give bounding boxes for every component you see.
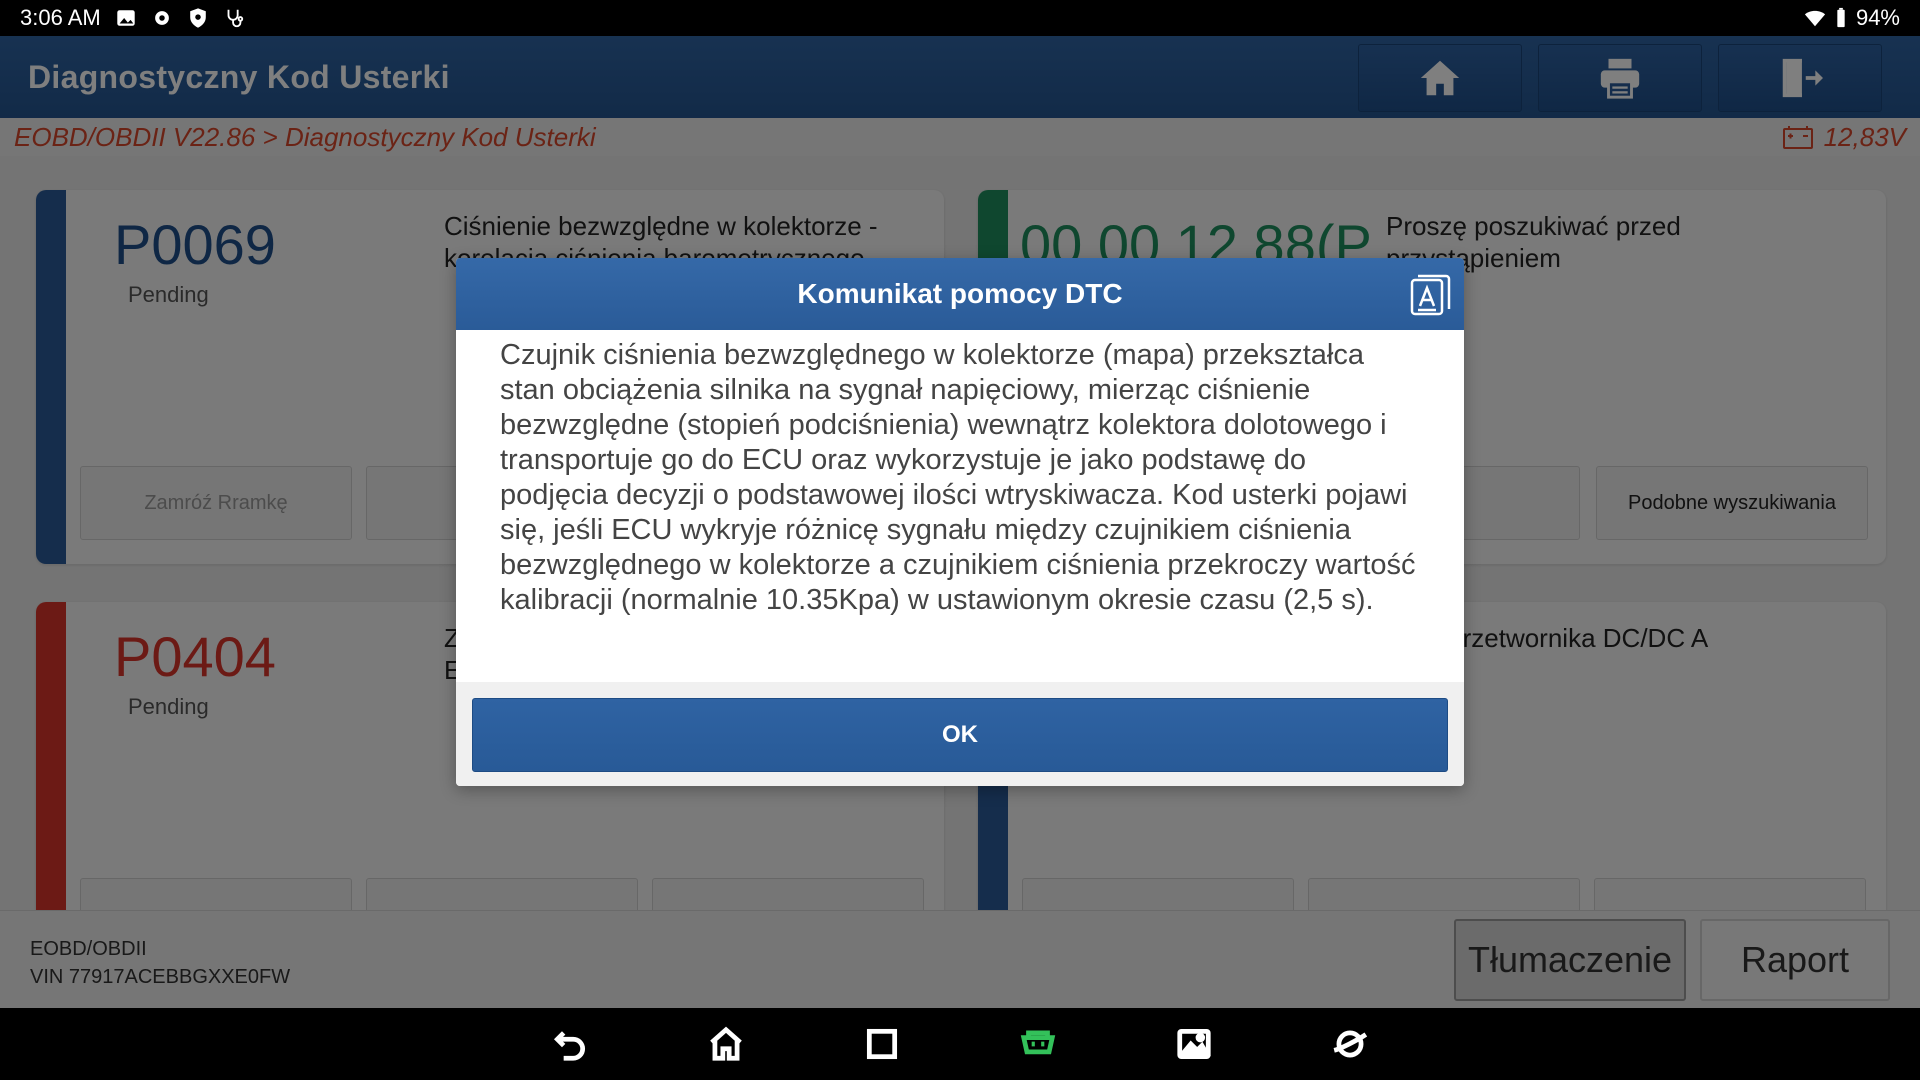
gallery-button[interactable] <box>1174 1024 1214 1064</box>
stethoscope-icon <box>223 7 245 29</box>
ok-button[interactable]: OK <box>472 698 1448 772</box>
dialog-title: Komunikat pomocy DTC <box>797 278 1123 309</box>
home-nav-button[interactable] <box>706 1024 746 1064</box>
vci-button[interactable] <box>1018 1024 1058 1064</box>
wifi-icon <box>1804 7 1826 29</box>
image-icon <box>115 7 137 29</box>
system-nav-bar <box>0 1008 1920 1080</box>
translate-document-icon[interactable] <box>1406 270 1454 318</box>
battery-level: 94% <box>1855 5 1900 30</box>
status-bar: 3:06 AM 94% <box>0 0 1920 36</box>
recents-button[interactable] <box>862 1024 902 1064</box>
clock: 3:06 AM <box>20 5 101 30</box>
vci-connector-icon <box>1020 1030 1056 1055</box>
settings-gear-icon <box>151 7 173 29</box>
browser-button[interactable] <box>1330 1024 1370 1064</box>
dialog-footer: OK <box>456 682 1464 786</box>
dtc-help-dialog: Komunikat pomocy DTC Czujnik ciśnienia b… <box>456 258 1464 786</box>
shield-icon <box>187 7 209 29</box>
square-icon <box>866 1028 898 1060</box>
dialog-message: Czujnik ciśnienia bezwzględnego w kolekt… <box>500 339 1416 616</box>
battery-icon <box>1834 7 1848 29</box>
planet-browser-icon <box>1333 1030 1368 1058</box>
home-outline-icon <box>710 1026 742 1061</box>
back-arrow-icon <box>553 1031 586 1061</box>
gallery-image-icon <box>1177 1028 1211 1060</box>
back-button[interactable] <box>550 1024 590 1064</box>
dialog-header: Komunikat pomocy DTC <box>456 258 1464 330</box>
